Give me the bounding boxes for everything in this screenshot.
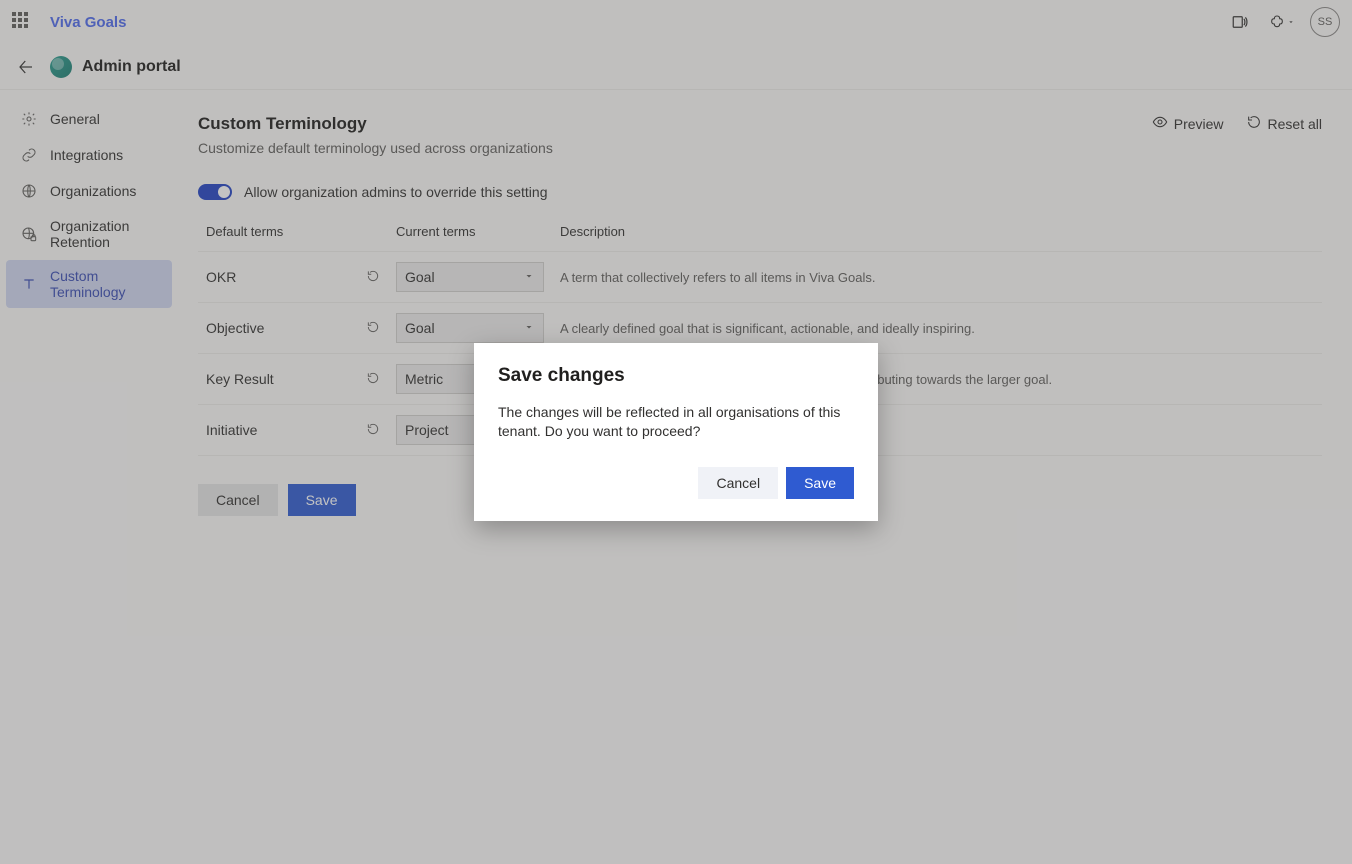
modal-overlay[interactable]: Save changes The changes will be reflect…	[0, 0, 1352, 864]
dialog-cancel-button[interactable]: Cancel	[698, 467, 778, 499]
save-changes-dialog: Save changes The changes will be reflect…	[474, 343, 878, 521]
dialog-body: The changes will be reflected in all org…	[498, 403, 854, 441]
dialog-title: Save changes	[498, 365, 854, 387]
dialog-save-button[interactable]: Save	[786, 467, 854, 499]
dialog-actions: Cancel Save	[498, 467, 854, 499]
